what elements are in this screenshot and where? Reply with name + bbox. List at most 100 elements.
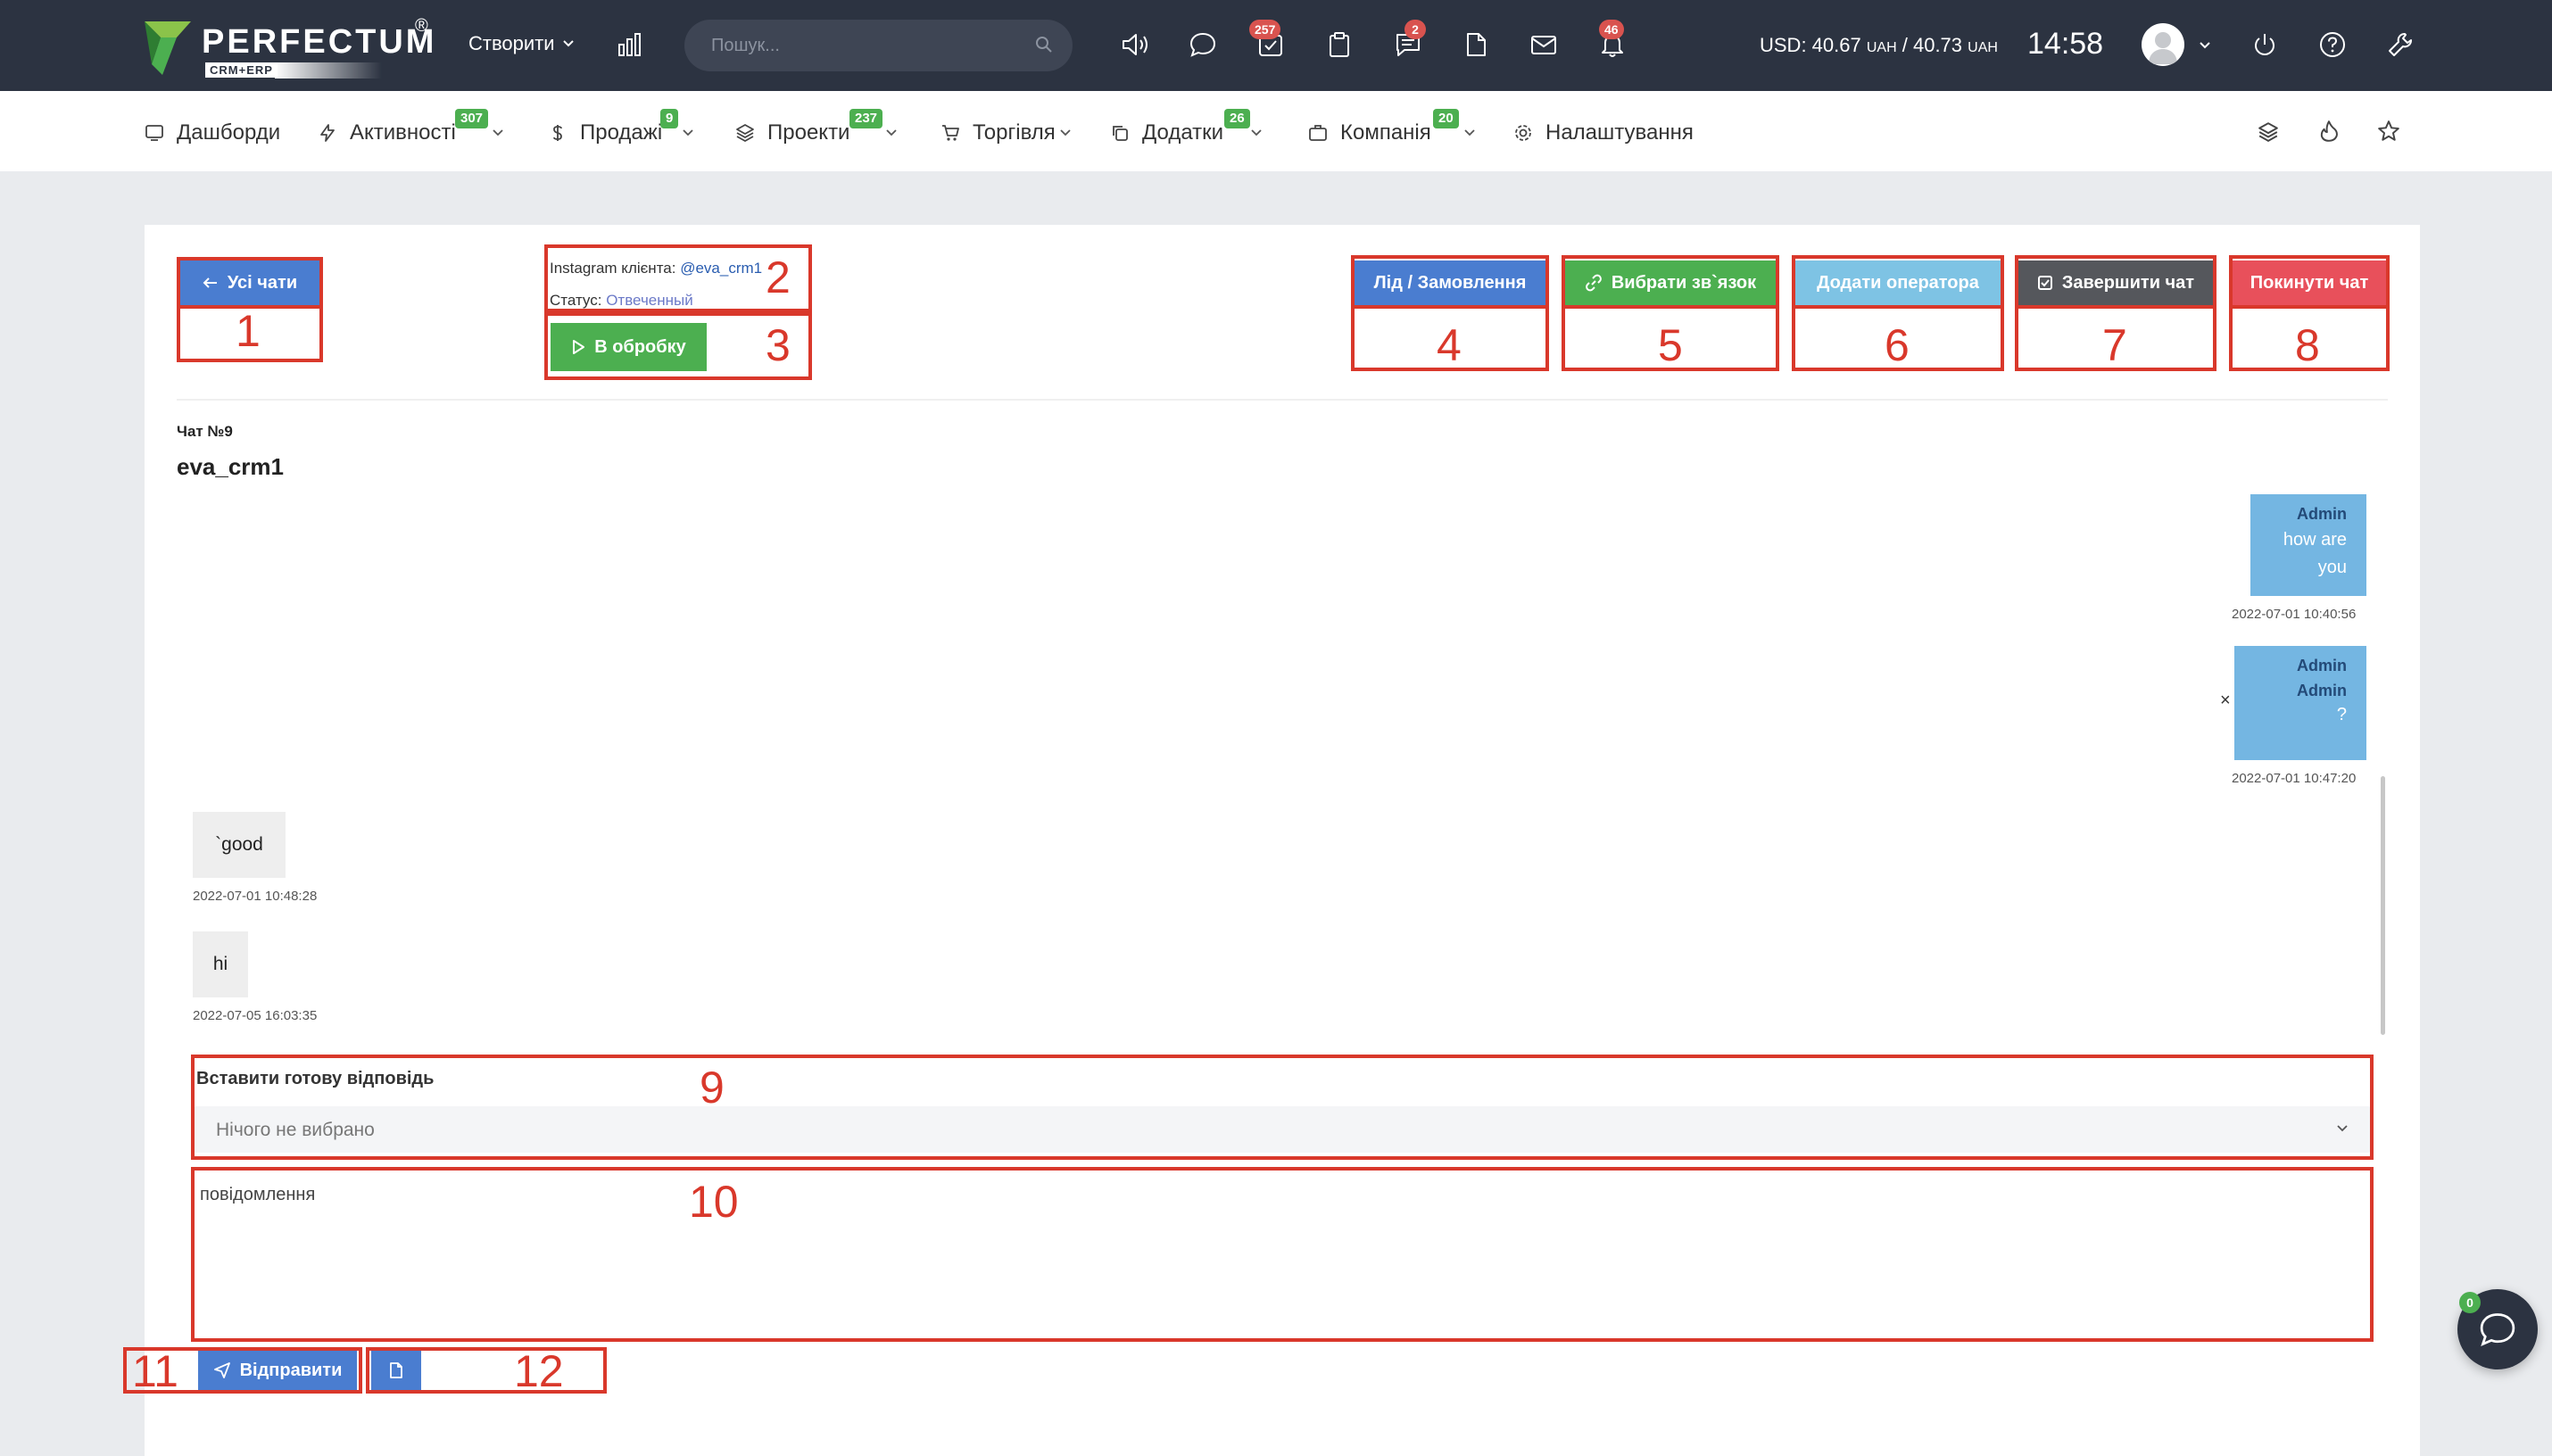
chevron-down-icon xyxy=(886,129,898,136)
messages-scrollbar[interactable] xyxy=(2381,776,2385,1035)
annotation-divider xyxy=(1795,305,2001,309)
chart-icon[interactable] xyxy=(612,27,648,62)
search-icon[interactable] xyxy=(1035,36,1053,54)
wrench-icon[interactable] xyxy=(2382,27,2418,62)
cart-icon xyxy=(942,125,959,141)
annotation-number: 4 xyxy=(1437,320,1462,370)
fire-icon[interactable] xyxy=(2318,120,2340,143)
nav-item-label: Компанія xyxy=(1340,120,1431,145)
chevron-down-icon xyxy=(1060,129,1071,136)
message-incoming: `good xyxy=(193,812,286,878)
main-nav: Дашборди Активності 307 Продажі 9 Проект… xyxy=(0,91,2552,171)
top-bar: PERFECTUM ® CRM+ERP Створити 257 2 46 xyxy=(0,0,2552,91)
brand-reg-mark: ® xyxy=(415,16,428,36)
nav-item-label: Продажі xyxy=(580,120,663,145)
currency-sep: / 40.73 xyxy=(1896,34,1963,56)
annotation-number: 2 xyxy=(766,252,791,302)
clock: 14:58 xyxy=(2027,27,2104,61)
message-time: 2022-07-01 10:47:20 xyxy=(2232,771,2357,786)
annotation-number: 1 xyxy=(236,306,261,356)
nav-item-label: Налаштування xyxy=(1545,120,1694,145)
power-icon[interactable] xyxy=(2247,27,2283,62)
delete-message-icon[interactable]: × xyxy=(2220,691,2231,711)
annotation-number: 9 xyxy=(700,1063,725,1113)
nav-badge: 20 xyxy=(1433,109,1459,128)
gear-icon xyxy=(1515,125,1531,141)
briefcase-icon xyxy=(1309,125,1327,141)
chat-title: eva_crm1 xyxy=(177,453,284,480)
message-icon[interactable] xyxy=(1185,27,1221,62)
annotation-divider xyxy=(1355,305,1545,309)
message-time: 2022-07-05 16:03:35 xyxy=(193,1008,318,1023)
brand-logo[interactable]: PERFECTUM ® CRM+ERP xyxy=(143,16,437,80)
chevron-down-icon xyxy=(562,40,574,47)
help-icon[interactable] xyxy=(2315,27,2350,62)
annotation-number: 11 xyxy=(132,1346,178,1396)
message-time: 2022-07-01 10:40:56 xyxy=(2232,607,2357,622)
nav-badge: 307 xyxy=(455,109,489,128)
annotation-number: 7 xyxy=(2102,320,2127,370)
nav-badge: 9 xyxy=(660,109,679,128)
chevron-down-icon[interactable] xyxy=(2199,41,2211,50)
message-time: 2022-07-01 10:48:28 xyxy=(193,889,318,904)
nav-item-projects[interactable]: Проекти 237 xyxy=(735,109,910,148)
chevron-down-icon xyxy=(1464,129,1475,136)
chevron-down-icon xyxy=(1251,129,1262,136)
avatar[interactable] xyxy=(2142,23,2184,66)
nav-item-sales[interactable]: Продажі 9 xyxy=(548,109,707,148)
annotation-divider xyxy=(1565,305,1776,309)
annotation-number: 3 xyxy=(766,320,791,370)
annotation-divider xyxy=(2233,305,2386,309)
currency-text: USD: 40.67 xyxy=(1760,34,1861,56)
brand-subtitle: CRM+ERP xyxy=(205,62,278,78)
message-icon xyxy=(2480,1313,2515,1346)
copy-icon xyxy=(1113,126,1128,141)
annotation-number: 8 xyxy=(2295,320,2320,370)
nav-item-settings[interactable]: Налаштування xyxy=(1513,118,1694,148)
annotation-number: 10 xyxy=(689,1177,739,1227)
file-icon[interactable] xyxy=(1458,27,1494,62)
chat-badge: 2 xyxy=(1404,20,1426,39)
annotation-number: 6 xyxy=(1885,320,1910,370)
layers-icon[interactable] xyxy=(2258,121,2279,143)
message-author: Admin xyxy=(2297,657,2347,674)
logo-fade xyxy=(275,62,382,79)
message-outgoing: Admin how are you xyxy=(2250,494,2366,596)
currency-rate: USD: 40.67 UAH / 40.73 UAH xyxy=(1760,34,1998,57)
annotation-divider xyxy=(2018,305,2213,309)
nav-item-label: Дашборди xyxy=(177,120,281,145)
nav-item-label: Торгівля xyxy=(973,120,1056,145)
nav-item-dashboards[interactable]: Дашборди xyxy=(145,118,280,148)
chat-number: Чат №9 xyxy=(177,423,233,440)
nav-item-addons[interactable]: Додатки 26 xyxy=(1110,109,1275,148)
annotation-number: 5 xyxy=(1658,320,1683,370)
message-outgoing: Admin Admin ? xyxy=(2234,646,2366,760)
nav-item-company[interactable]: Компанія 20 xyxy=(1308,109,1488,148)
nav-badge: 26 xyxy=(1224,109,1250,128)
create-label: Створити xyxy=(468,32,555,54)
message-line: how are xyxy=(2283,530,2347,550)
tasks-badge: 257 xyxy=(1249,20,1281,39)
search-box[interactable] xyxy=(684,20,1073,71)
notifications-badge: 46 xyxy=(1599,20,1624,39)
nav-badge: 237 xyxy=(849,109,883,128)
nav-item-label: Проекти xyxy=(767,120,850,145)
search-input[interactable] xyxy=(711,32,1006,59)
create-menu[interactable]: Створити xyxy=(468,32,575,55)
message-line: Admin xyxy=(2297,682,2347,699)
nav-item-trade[interactable]: Торгівля xyxy=(940,118,1084,148)
nav-item-activities[interactable]: Активності 307 xyxy=(318,109,517,148)
clipboard-icon[interactable] xyxy=(1322,27,1357,62)
message-line: you xyxy=(2317,558,2347,577)
nav-item-label: Активності xyxy=(350,120,456,145)
sound-icon[interactable] xyxy=(1117,27,1153,62)
layers-icon xyxy=(736,124,754,143)
message-incoming: hi xyxy=(193,931,248,997)
bolt-icon xyxy=(320,124,335,142)
support-chat-badge: 0 xyxy=(2459,1292,2481,1313)
dollar-icon xyxy=(553,125,562,141)
message-line: ? xyxy=(2336,705,2347,724)
currency-unit: UAH xyxy=(1968,40,1998,55)
mail-icon[interactable] xyxy=(1526,27,1562,62)
star-icon[interactable] xyxy=(2377,120,2400,143)
